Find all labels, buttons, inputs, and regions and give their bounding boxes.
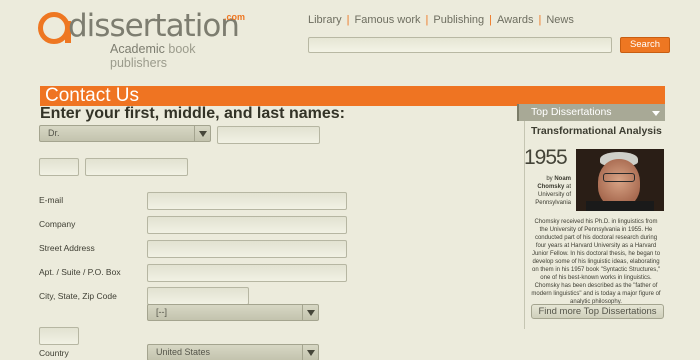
title-select[interactable]: Dr. — [39, 125, 211, 142]
dissertation-byline: by Noam Chomsky at University of Pennsyl… — [535, 176, 571, 206]
country-select[interactable]: United States — [147, 344, 319, 360]
apt-label: Apt. / Suite / P.O. Box — [39, 267, 121, 277]
top-dissertations-label: Top Dissertations — [531, 106, 612, 118]
form-heading: Enter your first, middle, and last names… — [40, 105, 345, 122]
chevron-down-icon — [652, 111, 660, 116]
apt-input[interactable] — [147, 264, 347, 282]
search-button[interactable]: Search — [620, 37, 670, 53]
find-more-button[interactable]: Find more Top Dissertations — [531, 304, 664, 319]
select-arrow-icon — [194, 126, 210, 141]
select-arrow-icon — [302, 345, 318, 360]
page-title: Contact Us — [45, 85, 139, 106]
zip-input[interactable] — [39, 327, 79, 345]
search-input[interactable] — [308, 37, 612, 53]
middle-name-input[interactable] — [39, 158, 79, 176]
email-label: E-mail — [39, 195, 64, 205]
nav-separator: | — [489, 14, 492, 26]
title-select-value: Dr. — [48, 128, 60, 138]
country-label: Country — [39, 348, 69, 358]
nav-item-library[interactable]: Library — [308, 14, 342, 26]
country-select-value: United States — [156, 347, 211, 357]
logo-tagline: Academic book publishers — [110, 42, 196, 70]
nav-separator: | — [538, 14, 542, 26]
nav-item-awards[interactable]: Awards — [497, 14, 533, 26]
dissertation-year: 1955 — [524, 146, 568, 169]
street-address-label: Street Address — [39, 243, 95, 253]
site-logo[interactable]: dissertation .com Academic book publishe… — [38, 8, 248, 70]
nav-separator: | — [346, 14, 350, 26]
top-nav: Library | Famous work | Publishing | Awa… — [308, 14, 574, 26]
logo-d-mark — [38, 12, 71, 44]
nav-item-publishing[interactable]: Publishing — [433, 14, 484, 26]
street-address-input[interactable] — [147, 240, 347, 258]
company-label: Company — [39, 219, 76, 229]
author-portrait — [576, 149, 664, 211]
city-state-zip-label: City, State, Zip Code — [39, 291, 117, 301]
select-arrow-icon — [302, 305, 318, 320]
dissertation-title: Transformational Analysis — [531, 125, 662, 137]
nav-item-famous-work[interactable]: Famous work — [354, 14, 420, 26]
first-name-input[interactable] — [217, 126, 320, 144]
logo-wordmark: dissertation — [68, 8, 240, 44]
email-input[interactable] — [147, 192, 347, 210]
dissertation-description: Chomsky received his Ph.D. in linguistic… — [531, 219, 661, 305]
city-input[interactable] — [147, 287, 249, 305]
last-name-input[interactable] — [85, 158, 188, 176]
logo-tld: .com — [224, 12, 246, 22]
top-dissertations-tab[interactable]: Top Dissertations — [517, 104, 665, 121]
company-input[interactable] — [147, 216, 347, 234]
nav-separator: | — [425, 14, 429, 26]
state-select-value: [--] — [156, 307, 167, 317]
nav-item-news[interactable]: News — [546, 14, 574, 26]
state-select[interactable]: [--] — [147, 304, 319, 321]
